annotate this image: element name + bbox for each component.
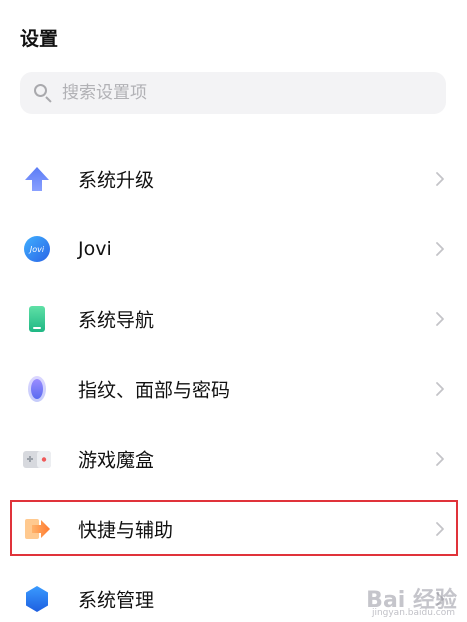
settings-item-label: 系统管理 <box>78 589 155 612</box>
settings-item-jovi[interactable]: Jovi Jovi <box>0 214 467 284</box>
settings-item-game-box[interactable]: 游戏魔盒 <box>0 424 467 494</box>
jovi-icon: Jovi <box>20 232 54 266</box>
chevron-right-icon <box>436 452 444 466</box>
search-bar[interactable] <box>20 72 446 114</box>
game-box-icon <box>20 442 54 476</box>
chevron-right-icon <box>436 242 444 256</box>
settings-item-label: 系统升级 <box>78 169 155 192</box>
hexagon-icon <box>20 582 54 616</box>
chevron-right-icon <box>436 172 444 186</box>
arrow-up-icon <box>20 162 54 196</box>
watermark-url: jingyan.baidu.com <box>371 608 455 618</box>
jovi-icon-text: Jovi <box>28 245 45 254</box>
settings-item-fingerprint[interactable]: 指纹、面部与密码 <box>0 354 467 424</box>
search-input[interactable] <box>62 83 402 103</box>
chevron-right-icon <box>436 382 444 396</box>
highlight-box <box>10 500 458 556</box>
settings-item-label: 系统导航 <box>78 309 155 332</box>
settings-item-label: 指纹、面部与密码 <box>78 379 231 402</box>
settings-item-system-navigation[interactable]: 系统导航 <box>0 284 467 354</box>
settings-item-system-update[interactable]: 系统升级 <box>0 144 467 214</box>
chevron-right-icon <box>436 312 444 326</box>
fingerprint-icon <box>20 372 54 406</box>
page-title: 设置 <box>20 28 59 50</box>
phone-navigation-icon <box>20 302 54 336</box>
search-icon <box>32 82 54 104</box>
settings-item-label: Jovi <box>78 238 112 260</box>
settings-item-label: 游戏魔盒 <box>78 449 155 472</box>
